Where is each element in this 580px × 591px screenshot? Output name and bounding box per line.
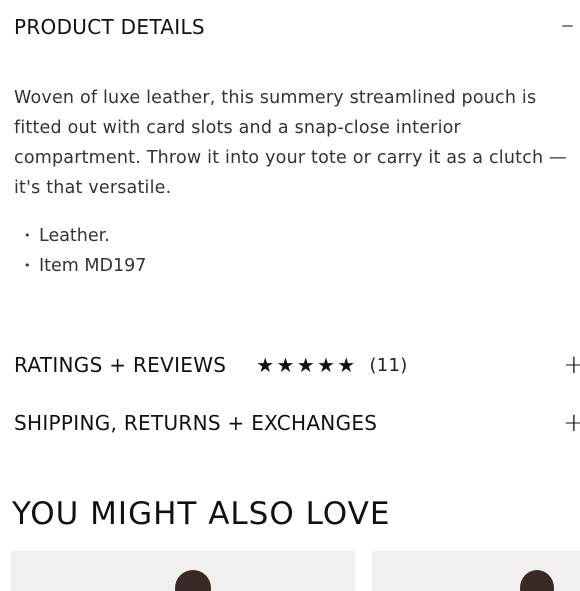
star-icon: ★ xyxy=(256,353,275,377)
ratings-reviews-title: RATINGS + REVIEWS xyxy=(14,353,227,377)
shipping-returns-header[interactable]: SHIPPING, RETURNS + EXCHANGES xyxy=(14,409,580,437)
star-icon: ★ xyxy=(276,353,295,377)
star-icon: ★ xyxy=(316,353,336,377)
product-details-title: PRODUCT DETAILS xyxy=(14,15,205,39)
product-description: Woven of luxe leather, this summery stre… xyxy=(14,88,567,198)
bullet-icon: • xyxy=(24,259,31,272)
star-rating: ★ ★ ★ ★ ★ xyxy=(256,353,355,377)
product-details-header[interactable]: PRODUCT DETAILS xyxy=(14,13,580,41)
product-features-list: • Leather. • Item MD197 xyxy=(24,221,146,281)
expand-icon[interactable]: + xyxy=(563,352,580,378)
list-item: • Item MD197 xyxy=(24,251,146,281)
recommendations-title: YOU MIGHT ALSO LOVE xyxy=(12,496,391,532)
bullet-icon: • xyxy=(24,229,31,242)
star-icon: ★ xyxy=(337,353,356,377)
product-image xyxy=(520,570,554,591)
list-item: • Leather. xyxy=(24,221,146,251)
shipping-returns-title: SHIPPING, RETURNS + EXCHANGES xyxy=(14,411,378,435)
product-card[interactable] xyxy=(372,551,580,591)
expand-icon[interactable]: + xyxy=(563,410,580,436)
product-image xyxy=(175,570,211,591)
collapse-icon[interactable]: – xyxy=(561,12,574,38)
star-icon: ★ xyxy=(296,353,315,377)
product-card[interactable] xyxy=(11,551,355,591)
review-count: (11) xyxy=(369,354,408,376)
ratings-reviews-header[interactable]: RATINGS + REVIEWS ★ ★ ★ ★ ★ (11) xyxy=(14,351,580,379)
